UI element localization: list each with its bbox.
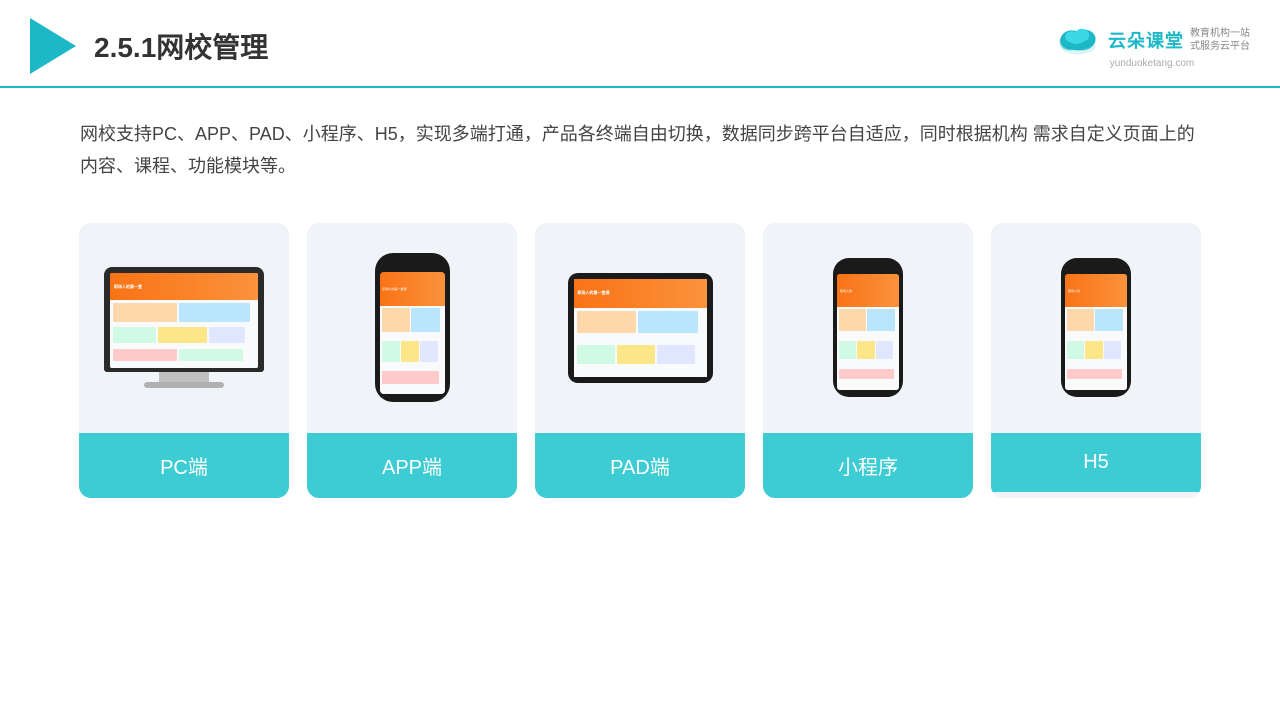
card-miniprogram-image: 职场人的: [763, 223, 973, 433]
phone-notch-app: [400, 261, 424, 268]
pc-screen-inner: 职场人的第一堂: [110, 273, 258, 368]
card-h5-image: 职场人的: [991, 223, 1201, 433]
card-pc-label: PC端: [79, 433, 289, 498]
phone-outer-app: 职场人的第一堂课: [375, 253, 450, 402]
card-pad-image: 职场人的第一堂课: [535, 223, 745, 433]
brand-name: 云朵课堂: [1108, 27, 1184, 53]
description-content: 网校支持PC、APP、PAD、小程序、H5，实现多端打通，产品各终端自由切换，数…: [80, 124, 1195, 176]
card-app: 职场人的第一堂课 APP端: [307, 223, 517, 498]
brand-url: yunduoketang.com: [1110, 58, 1195, 69]
mini-phone-screen-h5: 职场人的: [1065, 274, 1127, 390]
phone-mockup-mini: 职场人的: [833, 258, 903, 397]
card-miniprogram-label: 小程序: [763, 433, 973, 498]
mini-phone-screen-mini: 职场人的: [837, 274, 899, 390]
phone-mockup-h5: 职场人的: [1061, 258, 1131, 397]
header-right: 云朵课堂 教育机构一站 式服务云平台 yunduoketang.com: [1054, 24, 1250, 69]
cards-container: 职场人的第一堂: [0, 193, 1280, 528]
mini-phone-notch: [858, 265, 878, 271]
brand-subtitle: 教育机构一站 式服务云平台: [1190, 27, 1250, 53]
card-pc: 职场人的第一堂: [79, 223, 289, 498]
mini-phone-outer-h5: 职场人的: [1061, 258, 1131, 397]
card-pad: 职场人的第一堂课 PAD端: [535, 223, 745, 498]
card-pad-label: PAD端: [535, 433, 745, 498]
mini-phone-outer: 职场人的: [833, 258, 903, 397]
header-left: 2.5.1网校管理: [30, 18, 268, 74]
pc-screen-outer: 职场人的第一堂: [104, 267, 264, 372]
card-h5: 职场人的 H5: [991, 223, 1201, 498]
logo-triangle-icon: [30, 18, 76, 74]
card-app-label: APP端: [307, 433, 517, 498]
card-pc-image: 职场人的第一堂: [79, 223, 289, 433]
pad-screen: 职场人的第一堂课: [574, 279, 707, 377]
page-title: 2.5.1网校管理: [94, 26, 268, 66]
pc-base: [144, 382, 224, 388]
card-miniprogram: 职场人的 小程序: [763, 223, 973, 498]
card-h5-label: H5: [991, 433, 1201, 492]
phone-mockup-app: 职场人的第一堂课: [375, 253, 450, 402]
card-app-image: 职场人的第一堂课: [307, 223, 517, 433]
cloud-icon: [1054, 24, 1102, 56]
description-text: 网校支持PC、APP、PAD、小程序、H5，实现多端打通，产品各终端自由切换，数…: [0, 88, 1280, 193]
header: 2.5.1网校管理 云朵课堂 教育机构一站 式服务云平台 yunduoketan…: [0, 0, 1280, 88]
brand-logo: 云朵课堂 教育机构一站 式服务云平台: [1054, 24, 1250, 56]
pad-mockup: 职场人的第一堂课: [568, 273, 713, 383]
pc-mockup: 职场人的第一堂: [104, 267, 264, 388]
phone-screen-app: 职场人的第一堂课: [380, 272, 445, 394]
mini-phone-notch-h5: [1086, 265, 1106, 271]
pad-outer: 职场人的第一堂课: [568, 273, 713, 383]
pc-stand: [159, 372, 209, 382]
